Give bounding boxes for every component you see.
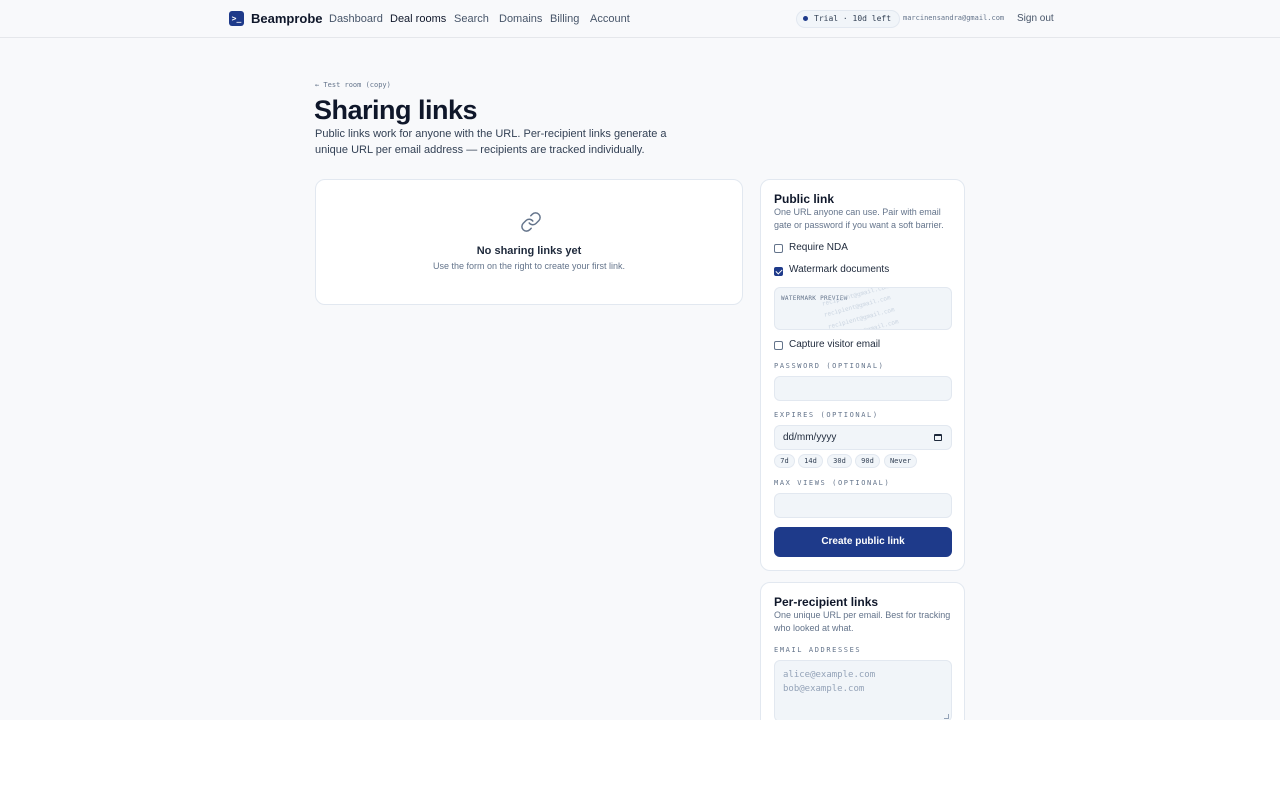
max-views-input[interactable] (774, 493, 952, 518)
expires-label: EXPIRES (OPTIONAL) (774, 411, 879, 419)
nav-domains[interactable]: Domains (499, 13, 542, 25)
per-recipient-panel: Per-recipient links One unique URL per e… (760, 582, 965, 720)
public-link-panel: Public link One URL anyone can use. Pair… (760, 179, 965, 571)
email-placeholder-line: bob@example.com (783, 684, 865, 694)
page-title: Sharing links (314, 95, 478, 125)
top-navigation-bar: >_ Beamprobe Dashboard Deal rooms Search… (0, 0, 1280, 38)
password-label: PASSWORD (OPTIONAL) (774, 362, 885, 370)
empty-state-card: No sharing links yet Use the form on the… (315, 179, 743, 305)
public-link-description: One URL anyone can use. Pair with email … (774, 207, 944, 230)
trial-badge[interactable]: Trial · 10d left (796, 10, 901, 28)
watermark-preview: WATERMARK PREVIEW recipient@gmail.com re… (774, 287, 952, 330)
nav-account[interactable]: Account (590, 13, 630, 25)
nav-dashboard[interactable]: Dashboard (329, 13, 383, 25)
email-placeholder-line: alice@example.com (783, 670, 876, 680)
logo-icon[interactable]: >_ (229, 11, 244, 26)
email-addresses-textarea[interactable]: alice@example.com bob@example.com (774, 660, 952, 720)
expiry-preset-14d[interactable]: 14d (798, 454, 823, 468)
public-link-title: Public link (774, 192, 835, 206)
require-nda-label[interactable]: Require NDA (789, 242, 848, 253)
capture-email-checkbox[interactable] (774, 341, 783, 350)
resize-handle-icon[interactable] (944, 714, 949, 719)
per-recipient-title: Per-recipient links (774, 595, 879, 609)
expires-date-placeholder: dd/mm/yyyy (783, 432, 837, 443)
watermark-label[interactable]: Watermark documents (789, 264, 889, 275)
app-viewport: >_ Beamprobe Dashboard Deal rooms Search… (0, 0, 1280, 720)
expiry-preset-30d[interactable]: 30d (827, 454, 852, 468)
user-email: marcinensandra@gmail.com (903, 14, 1005, 22)
capture-email-label[interactable]: Capture visitor email (789, 339, 880, 350)
trial-dot-icon (803, 16, 808, 21)
page-subtitle: Public links work for anyone with the UR… (315, 128, 667, 156)
back-link[interactable]: ← Test room (copy) (315, 81, 391, 89)
max-views-label: MAX VIEWS (OPTIONAL) (774, 479, 891, 487)
expiry-preset-never[interactable]: Never (884, 454, 917, 468)
require-nda-checkbox[interactable] (774, 244, 783, 253)
sign-out-link[interactable]: Sign out (1017, 13, 1054, 24)
nav-deal-rooms[interactable]: Deal rooms (390, 13, 446, 25)
expires-date-input[interactable]: dd/mm/yyyy (774, 425, 952, 450)
per-recipient-description: One unique URL per email. Best for track… (774, 610, 951, 633)
brand-name[interactable]: Beamprobe (251, 11, 323, 26)
watermark-checkbox[interactable] (774, 267, 783, 276)
expiry-preset-90d[interactable]: 90d (855, 454, 880, 468)
create-public-link-button[interactable]: Create public link (774, 527, 952, 557)
trial-badge-label: Trial · 10d left (814, 14, 892, 23)
empty-state-description: Use the form on the right to create your… (432, 261, 626, 271)
calendar-icon[interactable] (934, 434, 942, 441)
nav-search[interactable]: Search (454, 13, 489, 25)
expiry-preset-7d[interactable]: 7d (774, 454, 795, 468)
password-input[interactable] (774, 376, 952, 401)
link-icon (521, 212, 541, 232)
empty-state-title: No sharing links yet (476, 245, 582, 257)
nav-billing[interactable]: Billing (550, 13, 579, 25)
email-addresses-label: EMAIL ADDRESSES (774, 646, 862, 654)
